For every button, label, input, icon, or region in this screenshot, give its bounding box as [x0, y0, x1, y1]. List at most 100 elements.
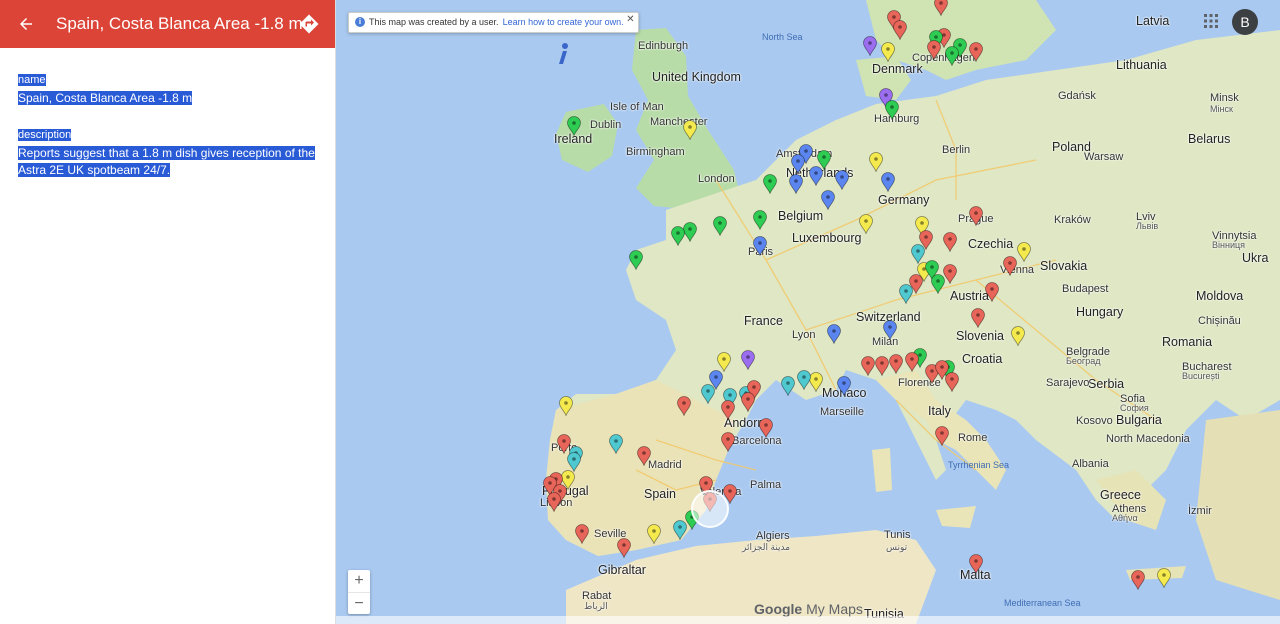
property-label: description — [18, 129, 72, 141]
map-marker-pin[interactable] — [885, 100, 899, 120]
zoom-in-button[interactable]: + — [348, 570, 370, 592]
map-marker-pin[interactable] — [809, 372, 823, 392]
map-marker-pin[interactable] — [927, 40, 941, 60]
map-canvas[interactable]: North Sea Edinburgh United Kingdom Isle of … — [336, 0, 1280, 624]
map-marker-pin[interactable] — [677, 396, 691, 416]
learn-how-link[interactable]: Learn how to create your own. — [503, 17, 624, 27]
apps-icon — [1204, 14, 1218, 28]
map-marker-pin[interactable] — [985, 282, 999, 302]
map-marker-pin[interactable] — [969, 206, 983, 226]
map-footer — [336, 616, 1280, 624]
map-marker-pin[interactable] — [863, 36, 877, 56]
map-label: Вінниця — [1212, 240, 1245, 250]
map-marker-pin[interactable] — [637, 446, 651, 466]
property-value: Reports suggest that a 1.8 m dish gives … — [18, 145, 317, 179]
marker-pin-icon — [1017, 242, 1031, 262]
map-marker-pin[interactable] — [945, 46, 959, 66]
zoom-out-button[interactable]: − — [348, 592, 370, 614]
map-marker-pin[interactable] — [1017, 242, 1031, 262]
map-marker-pin[interactable] — [883, 320, 897, 340]
map-label: Dublin — [590, 119, 622, 131]
map-marker-pin[interactable] — [809, 166, 823, 186]
map-marker-pin[interactable] — [835, 170, 849, 190]
marker-pin-icon — [677, 396, 691, 416]
map-marker-pin[interactable] — [567, 452, 581, 472]
map-marker-pin[interactable] — [753, 210, 767, 230]
map-marker-pin[interactable] — [721, 400, 735, 420]
map-base — [336, 0, 1280, 624]
map-marker-pin[interactable] — [683, 222, 697, 242]
map-label: Hungary — [1076, 305, 1124, 319]
map-marker-pin[interactable] — [1003, 256, 1017, 276]
map-label: Львів — [1136, 221, 1159, 231]
directions-button[interactable] — [297, 12, 321, 36]
map-marker-pin[interactable] — [943, 264, 957, 284]
info-pegman-icon[interactable] — [554, 42, 572, 66]
map-marker-pin[interactable] — [1011, 326, 1025, 346]
map-marker-pin[interactable] — [671, 226, 685, 246]
map-marker-pin[interactable] — [881, 172, 895, 192]
map-marker-pin[interactable] — [1131, 570, 1145, 590]
feature-panel: Spain, Costa Blanca Area -1.8 m name Spa… — [0, 0, 336, 624]
map-marker-pin[interactable] — [701, 384, 715, 404]
map-marker-pin[interactable] — [789, 174, 803, 194]
map-marker-pin[interactable] — [827, 324, 841, 344]
map-marker-pin[interactable] — [889, 354, 903, 374]
map-marker-pin[interactable] — [741, 350, 755, 370]
account-avatar[interactable]: B — [1232, 9, 1258, 35]
map-marker-pin[interactable] — [683, 120, 697, 140]
map-marker-pin[interactable] — [969, 42, 983, 62]
map-marker-pin[interactable] — [861, 356, 875, 376]
map-marker-pin[interactable] — [753, 236, 767, 256]
map-marker-pin[interactable] — [609, 434, 623, 454]
map-marker-pin[interactable] — [575, 524, 589, 544]
marker-pin-icon — [637, 446, 651, 466]
map-marker-pin[interactable] — [759, 418, 773, 438]
map-marker-pin[interactable] — [945, 372, 959, 392]
map-marker-pin[interactable] — [763, 174, 777, 194]
close-icon[interactable]: ✕ — [626, 14, 634, 25]
marker-pin-icon — [1003, 256, 1017, 276]
map-label: مدينة الجزائر — [742, 542, 791, 552]
map-marker-pin[interactable] — [629, 250, 643, 270]
map-marker-pin[interactable] — [567, 116, 581, 136]
marker-pin-icon — [797, 370, 811, 390]
map-marker-pin[interactable] — [971, 308, 985, 328]
map-marker-pin[interactable] — [869, 152, 883, 172]
map-marker-pin[interactable] — [859, 214, 873, 234]
google-my-maps-logo: Google My Maps — [754, 601, 863, 617]
map-marker-pin[interactable] — [781, 376, 795, 396]
map-marker-pin[interactable] — [721, 432, 735, 452]
map-marker-pin[interactable] — [905, 352, 919, 372]
map-marker-pin[interactable] — [969, 554, 983, 574]
map-label: Berlin — [942, 144, 971, 156]
selected-marker-ring[interactable] — [691, 490, 729, 528]
map-marker-pin[interactable] — [797, 370, 811, 390]
map-marker-pin[interactable] — [717, 352, 731, 372]
map-marker-pin[interactable] — [935, 426, 949, 446]
map-marker-pin[interactable] — [934, 0, 948, 16]
map-marker-pin[interactable] — [617, 538, 631, 558]
map-marker-pin[interactable] — [1157, 568, 1171, 588]
map-marker-pin[interactable] — [899, 284, 913, 304]
map-marker-pin[interactable] — [547, 492, 561, 512]
marker-pin-icon — [721, 432, 735, 452]
map-marker-pin[interactable] — [821, 190, 835, 210]
marker-pin-icon — [835, 170, 849, 190]
map-marker-pin[interactable] — [713, 216, 727, 236]
apps-grid-icon[interactable] — [1204, 14, 1218, 28]
map-marker-pin[interactable] — [911, 244, 925, 264]
map-marker-pin[interactable] — [875, 356, 889, 376]
marker-pin-icon — [721, 400, 735, 420]
map-marker-pin[interactable] — [893, 20, 907, 40]
map-marker-pin[interactable] — [943, 232, 957, 252]
map-label: Slovakia — [1040, 259, 1088, 273]
map-marker-pin[interactable] — [741, 392, 755, 412]
map-marker-pin[interactable] — [647, 524, 661, 544]
marker-pin-icon — [713, 216, 727, 236]
map-marker-pin[interactable] — [837, 376, 851, 396]
map-marker-pin[interactable] — [791, 154, 805, 174]
map-marker-pin[interactable] — [881, 42, 895, 62]
map-marker-pin[interactable] — [559, 396, 573, 416]
back-button[interactable] — [0, 0, 52, 48]
